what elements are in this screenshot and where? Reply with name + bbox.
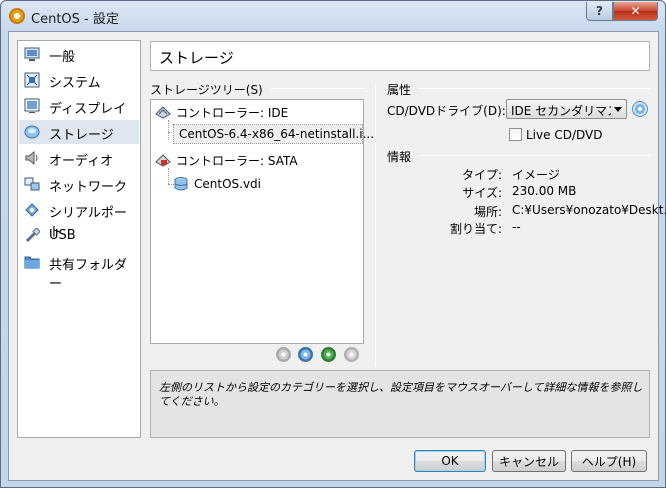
tree-item-ide-controller[interactable]: コントローラー: IDE xyxy=(155,102,288,122)
storage-tree-divider xyxy=(271,88,364,89)
nav-item-label: ネットワーク xyxy=(49,180,128,195)
drive-label: CD/DVDドライブ(D): xyxy=(387,104,506,118)
sata-controller-icon xyxy=(155,154,171,167)
tree-connector xyxy=(168,120,169,140)
info-title: 情報 xyxy=(387,150,412,164)
ok-button[interactable]: OK xyxy=(414,450,486,472)
drive-select-value: IDE セカンダリマスター xyxy=(511,104,611,118)
help-button[interactable]: ヘルプ(H) xyxy=(571,450,647,472)
shared-folder-icon xyxy=(24,256,40,269)
serial-port-icon xyxy=(25,203,39,217)
help-title-button[interactable]: ? xyxy=(586,2,613,21)
system-icon xyxy=(24,72,40,88)
title-bar[interactable]: CentOS - 設定 ? ✕ xyxy=(1,1,665,31)
nav-item-storage[interactable]: ストレージ xyxy=(19,120,139,144)
virtualbox-gear-icon xyxy=(9,8,25,24)
nav-item-display[interactable]: ディスプレイ xyxy=(19,94,139,118)
chevron-down-icon xyxy=(614,107,622,112)
nav-item-serial-port[interactable]: シリアルポート xyxy=(19,198,139,240)
page-header: ストレージ xyxy=(150,41,650,71)
general-icon xyxy=(24,47,40,61)
add-attachment-icon[interactable] xyxy=(276,347,291,362)
tree-item-label: CentOS.vdi xyxy=(194,177,262,191)
nav-item-label: USB xyxy=(49,228,76,243)
pane-divider xyxy=(375,84,376,366)
tree-item-cd-image[interactable]: CentOS-6.4-x86_64-netinstall.i... xyxy=(173,124,374,144)
nav-item-system[interactable]: システム xyxy=(19,68,139,92)
audio-icon xyxy=(25,150,38,166)
nav-item-label: システム xyxy=(49,76,101,91)
nav-item-network[interactable]: ネットワーク xyxy=(19,172,139,196)
nav-item-usb[interactable]: USB xyxy=(19,224,139,248)
hard-disk-icon xyxy=(174,177,188,191)
live-cd-checkbox[interactable] xyxy=(509,128,522,141)
tree-item-hard-disk[interactable]: CentOS.vdi xyxy=(173,174,261,194)
nav-item-label: ディスプレイ xyxy=(49,102,127,117)
nav-item-label: オーディオ xyxy=(49,154,114,169)
size-value: 230.00 MB xyxy=(512,184,577,198)
tree-item-label: コントローラー: IDE xyxy=(176,105,289,120)
attached-value: -- xyxy=(512,220,521,234)
description-text: 左側のリストから設定のカテゴリーを選択し、設定項目をマウスオーバーして詳細な情報… xyxy=(159,381,643,408)
settings-category-list: 一般 システム ディスプレイ ストレージ オーディオ ネットワーク シリアルポー… xyxy=(17,40,141,438)
nav-item-label: 一般 xyxy=(49,50,76,65)
description-box: 左側のリストから設定のカテゴリーを選択し、設定項目をマウスオーバーして詳細な情報… xyxy=(150,370,650,438)
add-cd-icon[interactable] xyxy=(298,347,313,362)
attached-label: 割り当て: xyxy=(449,222,502,236)
nav-item-audio[interactable]: オーディオ xyxy=(19,146,139,170)
cancel-button[interactable]: キャンセル xyxy=(492,450,566,472)
nav-item-general[interactable]: 一般 xyxy=(19,42,139,66)
tree-connector xyxy=(168,168,169,184)
tree-item-sata-controller[interactable]: コントローラー: SATA xyxy=(155,150,298,170)
add-controller-icon[interactable] xyxy=(321,347,336,362)
nav-item-label: ストレージ xyxy=(49,128,114,143)
network-icon xyxy=(24,177,40,191)
ide-controller-icon xyxy=(155,106,171,119)
attributes-divider xyxy=(419,88,650,89)
storage-icon xyxy=(24,125,40,139)
type-label: タイプ: xyxy=(461,168,502,182)
dialog-client-area: 一般 システム ディスプレイ ストレージ オーディオ ネットワーク シリアルポー… xyxy=(8,31,666,481)
choose-disc-icon[interactable] xyxy=(632,101,648,117)
usb-icon xyxy=(25,228,40,243)
info-divider xyxy=(419,155,650,156)
location-value: C:¥Users¥onozato¥Deskt… xyxy=(512,203,666,217)
live-cd-label: Live CD/DVD xyxy=(526,128,603,142)
storage-tree-title: ストレージツリー(S) xyxy=(150,83,263,97)
display-icon xyxy=(24,98,40,113)
window-title: CentOS - 設定 xyxy=(31,12,119,27)
settings-window: CentOS - 設定 ? ✕ 一般 システム ディスプレイ ストレージ オーデ… xyxy=(0,0,666,488)
nav-item-label: 共有フォルダー xyxy=(49,258,128,292)
type-value: イメージ xyxy=(512,168,560,182)
page-title: ストレージ xyxy=(159,49,234,67)
remove-icon[interactable] xyxy=(344,347,359,362)
storage-tree[interactable]: コントローラー: IDE CentOS-6.4-x86_64-netinstal… xyxy=(150,99,374,344)
location-label: 場所: xyxy=(473,205,502,219)
drive-select[interactable]: IDE セカンダリマスター xyxy=(506,99,627,119)
close-window-button[interactable]: ✕ xyxy=(613,2,658,21)
tree-item-label: コントローラー: SATA xyxy=(176,153,298,168)
attributes-title: 属性 xyxy=(387,83,412,97)
tree-item-label: CentOS-6.4-x86_64-netinstall.i... xyxy=(179,127,375,141)
size-label: サイズ: xyxy=(462,186,502,200)
nav-item-shared-folder[interactable]: 共有フォルダー xyxy=(19,250,139,292)
